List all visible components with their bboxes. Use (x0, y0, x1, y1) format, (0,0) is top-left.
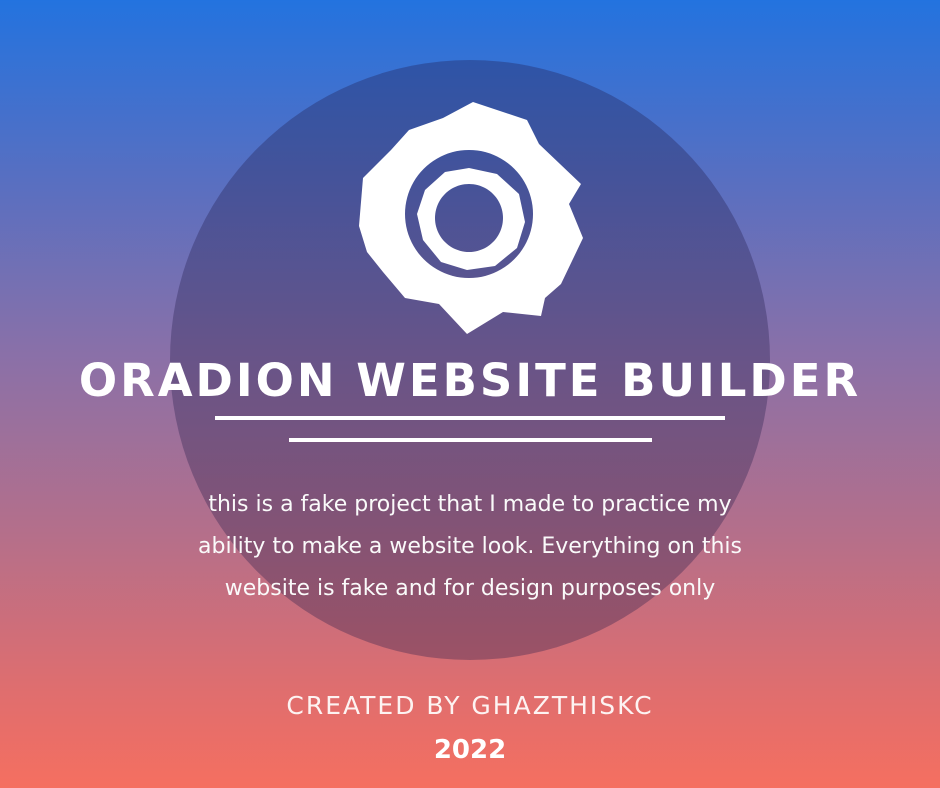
title-underline-long (215, 416, 725, 420)
title-underline-short (289, 438, 652, 442)
page-title: ORADION WEBSITE BUILDER (78, 354, 862, 407)
gear-icon (359, 102, 583, 334)
project-description: this is a fake project that I made to pr… (198, 492, 742, 601)
poster: ORADION WEBSITE BUILDER this is a fake p… (0, 0, 940, 788)
year-label: 2022 (433, 735, 507, 765)
credit-line: CREATED BY GHAZTHISKC (286, 691, 654, 720)
